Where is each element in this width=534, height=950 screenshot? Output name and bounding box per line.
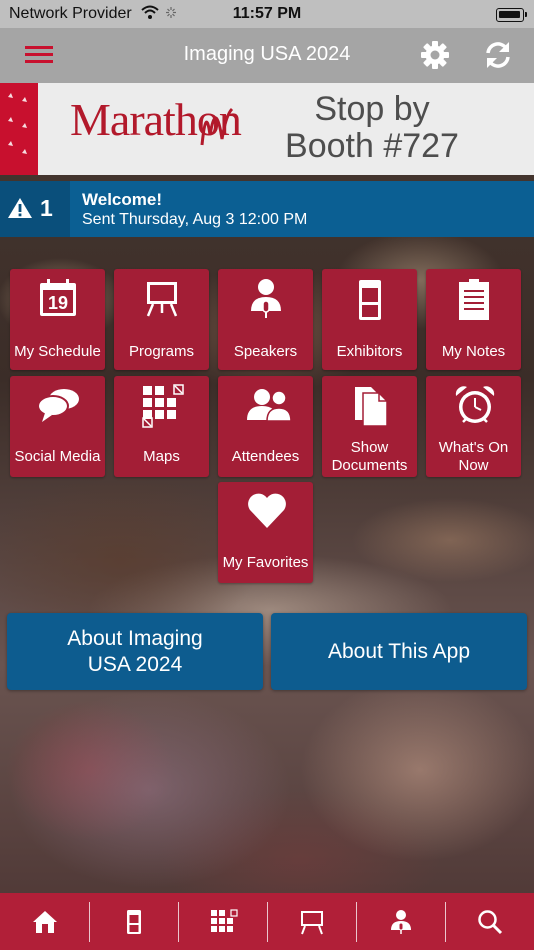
tile-my-schedule[interactable]: 19 My Schedule [10,269,105,370]
sponsor-banner[interactable]: Marathon Stop by Booth #727 [0,83,534,175]
heart-icon [248,493,286,528]
top-nav-bar: Imaging USA 2024 [0,28,534,83]
tile-exhibitors[interactable]: Exhibitors [322,269,417,370]
alarm-clock-icon [455,386,495,423]
calendar-day: 19 [48,293,68,313]
tab-exhibitors[interactable] [89,893,178,950]
about-event-line1: About Imaging [67,627,203,650]
alert-count-box: 1 [0,181,70,237]
tile-maps[interactable]: Maps [114,376,209,477]
gear-icon[interactable] [420,40,450,75]
tab-speakers[interactable] [356,893,445,950]
banner-cta-line2: Booth #727 [285,127,459,165]
tile-attendees[interactable]: Attendees [218,376,313,477]
refresh-icon[interactable] [483,40,513,75]
clock: 11:57 PM [232,5,302,22]
tile-label: My Favorites [222,554,309,571]
people-icon [247,389,292,422]
page-title: Imaging USA 2024 [183,43,351,65]
search-icon [478,910,503,935]
presentation-board-icon [146,282,178,317]
speaker-icon [251,279,281,318]
tile-label: Maps [143,448,180,465]
banner-flag-graphic [0,83,38,175]
tile-label-line1: What's On [438,439,509,456]
tab-maps[interactable] [178,893,267,950]
tile-speakers[interactable]: Speakers [218,269,313,370]
tile-whats-on-now[interactable]: What's On Now [426,376,521,477]
status-bar: Network Provider 11:57 PM [0,0,534,28]
warning-icon [7,197,33,224]
tile-label: Social Media [14,448,101,465]
tile-social-media[interactable]: Social Media [10,376,105,477]
sponsor-logo-swoosh [200,107,234,146]
about-event-line2: USA 2024 [87,653,183,676]
floor-plan-icon [142,384,184,428]
about-app-label: About This App [327,640,471,663]
tile-show-documents[interactable]: Show Documents [322,376,417,477]
tile-label-line2: Now [458,457,489,474]
tile-label: My Notes [441,343,506,360]
bottom-tab-bar [0,893,534,950]
documents-icon [355,387,388,427]
battery-icon [496,8,527,22]
chat-bubbles-icon [37,389,79,422]
exhibitor-icon [127,910,141,934]
tile-label: Attendees [231,448,300,465]
tile-my-notes[interactable]: My Notes [426,269,521,370]
programs-icon [301,911,323,935]
tab-home[interactable] [0,893,89,950]
tile-label-line1: Show [350,439,389,456]
calendar-icon: 19 [40,279,76,316]
alert-timestamp: Sent Thursday, Aug 3 12:00 PM [82,211,308,228]
tile-label-line2: Documents [331,457,408,474]
tab-programs[interactable] [267,893,356,950]
tile-label: Exhibitors [336,343,403,360]
tile-label: Programs [128,343,195,360]
banner-cta-line1: Stop by [314,90,430,128]
tile-label: My Schedule [14,343,101,360]
maps-icon [211,909,238,932]
notepad-icon [459,279,489,320]
alert-count: 1 [40,195,53,221]
speakers-icon [391,910,411,934]
tile-label: Speakers [233,343,298,360]
tile-programs[interactable]: Programs [114,269,209,370]
alert-bar[interactable]: 1 Welcome! Sent Thursday, Aug 3 12:00 PM [0,181,534,237]
home-icon [33,911,57,933]
banner-cta: Stop by Booth #727 [282,91,462,165]
about-app-button[interactable]: About This App [271,613,527,690]
booth-icon [359,280,381,320]
tab-search[interactable] [445,893,534,950]
alert-title: Welcome! [82,190,162,209]
tile-my-favorites[interactable]: My Favorites [218,482,313,583]
about-event-button[interactable]: About Imaging USA 2024 [7,613,263,690]
